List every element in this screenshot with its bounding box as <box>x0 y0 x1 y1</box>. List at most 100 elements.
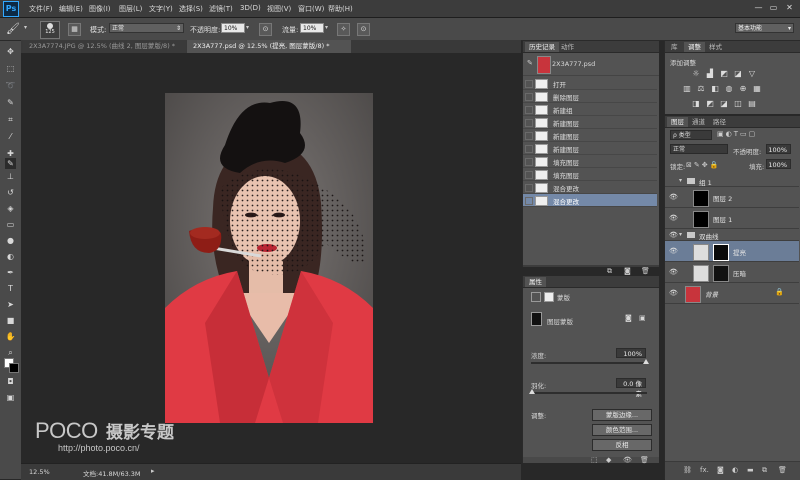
tab-channels[interactable]: 通道 <box>688 117 709 127</box>
fill-input[interactable]: 100% <box>766 159 791 169</box>
gradient-tool-icon[interactable]: ▭ <box>5 219 16 230</box>
hue-saturation-icon[interactable]: ▥ <box>682 84 692 94</box>
history-item[interactable]: 填充图层 <box>523 168 657 181</box>
feather-slider[interactable] <box>531 392 647 394</box>
black-white-icon[interactable]: ◧ <box>710 84 720 94</box>
layer-filter-icons[interactable]: ▣◐T▭▢ <box>717 130 757 138</box>
density-input[interactable]: 100% <box>616 348 646 358</box>
tab-paths[interactable]: 路径 <box>709 117 730 127</box>
new-layer-icon[interactable]: ⧉ <box>762 466 767 475</box>
document-tab-2[interactable]: 2X3A777.psd @ 12.5% (提亮, 图层蒙版/8) * <box>187 40 351 53</box>
brush-tool-icon[interactable]: 🖌 <box>6 22 20 35</box>
layer-filter-select[interactable]: ρ 类型 <box>670 130 712 140</box>
eraser-tool-icon[interactable]: ◈ <box>5 203 16 214</box>
invert-icon[interactable]: ◨ <box>691 99 701 109</box>
layer-group[interactable]: ▾ 组 1 <box>665 175 799 187</box>
vibrance-icon[interactable]: ▽ <box>747 69 757 79</box>
adjustment-icon[interactable] <box>531 292 541 302</box>
add-mask-icon[interactable]: ◙ <box>717 466 724 474</box>
density-slider[interactable] <box>531 362 647 364</box>
brightness-icon[interactable]: ☼ <box>691 69 701 79</box>
feather-slider-handle[interactable] <box>529 389 535 394</box>
eyedropper-tool-icon[interactable]: ⁄ <box>5 131 16 142</box>
layer-group[interactable]: 👁 ▾ 双曲线 <box>665 229 799 241</box>
flow-input[interactable]: 10% <box>300 23 324 33</box>
layer-row-selected[interactable]: 👁 提亮 <box>665 241 799 262</box>
color-range-button[interactable]: 颜色范围... <box>592 424 652 436</box>
threshold-icon[interactable]: ◪ <box>719 99 729 109</box>
opacity-input[interactable]: 10% <box>221 23 245 33</box>
dodge-tool-icon[interactable]: ◐ <box>5 251 16 262</box>
close-button[interactable]: ✕ <box>784 3 795 13</box>
history-item[interactable]: 新建图层 <box>523 142 657 155</box>
fx-icon[interactable]: fx. <box>700 466 709 474</box>
invert-button[interactable]: 反相 <box>592 439 652 451</box>
history-item[interactable]: 新建图层 <box>523 129 657 142</box>
tab-properties[interactable]: 属性 <box>525 277 546 287</box>
portrait-photo[interactable] <box>165 93 373 423</box>
photo-filter-icon[interactable]: ◍ <box>724 84 734 94</box>
history-item[interactable]: 删除图层 <box>523 90 657 103</box>
layer-row[interactable]: 👁 背景 🔒 <box>665 283 799 304</box>
maximize-button[interactable]: ▭ <box>768 3 779 13</box>
quick-select-tool-icon[interactable]: ✎ <box>5 97 16 108</box>
posterize-icon[interactable]: ◩ <box>705 99 715 109</box>
history-item[interactable]: 打开 <box>523 77 657 90</box>
brush-tool-icon[interactable]: ✎ <box>5 158 16 169</box>
pressure-size-icon[interactable]: ⊙ <box>357 23 370 36</box>
blend-mode-select[interactable]: 正常 <box>670 144 728 154</box>
trash-icon[interactable]: 🗑 <box>778 466 787 474</box>
pressure-opacity-icon[interactable]: ⊙ <box>259 23 272 36</box>
history-item[interactable]: 混合更改 <box>523 181 657 194</box>
selective-color-icon[interactable]: ◫ <box>733 99 743 109</box>
airbrush-icon[interactable]: ✧ <box>337 23 350 36</box>
menu-3d[interactable]: 3D(D) <box>240 4 261 12</box>
chevron-right-icon[interactable]: ▸ <box>151 467 155 475</box>
workspace-select[interactable]: 基本功能 ▾ <box>735 23 794 33</box>
menu-layer[interactable]: 图层(L) <box>119 4 142 14</box>
tab-layers[interactable]: 图层 <box>667 117 688 127</box>
gradient-map-icon[interactable]: ▤ <box>747 99 757 109</box>
new-group-icon[interactable]: ▬ <box>747 466 754 474</box>
clone-stamp-tool-icon[interactable]: ⊥ <box>5 171 16 182</box>
tab-actions[interactable]: 动作 <box>557 42 578 52</box>
eye-icon[interactable]: 👁 <box>623 456 632 464</box>
trash-icon[interactable]: 🗑 <box>640 456 649 464</box>
lasso-tool-icon[interactable]: ➰ <box>5 80 16 91</box>
levels-icon[interactable]: ▟ <box>705 69 715 79</box>
trash-icon[interactable]: 🗑 <box>641 267 650 275</box>
menu-view[interactable]: 视图(V) <box>267 4 291 14</box>
menu-type[interactable]: 文字(Y) <box>149 4 173 14</box>
type-tool-icon[interactable]: T <box>5 283 16 294</box>
history-item[interactable]: 新建图层 <box>523 116 657 129</box>
zoom-level[interactable]: 12.5% <box>29 468 50 476</box>
layer-row[interactable]: 👁 压暗 <box>665 262 799 283</box>
menu-image[interactable]: 图像(I) <box>89 4 111 14</box>
pen-tool-icon[interactable]: ✒ <box>5 267 16 278</box>
zoom-tool-icon[interactable]: ⌕ <box>5 347 16 358</box>
tab-adjustments[interactable]: 调整 <box>684 42 705 52</box>
blur-tool-icon[interactable]: ● <box>5 235 16 246</box>
history-snapshot-row[interactable]: ✎ 2X3A777.psd <box>523 53 659 76</box>
feather-input[interactable]: 0.0 像素 <box>616 378 646 398</box>
mask-icon[interactable] <box>544 292 554 302</box>
apply-mask-icon[interactable]: ◆ <box>606 456 611 464</box>
menu-edit[interactable]: 编辑(E) <box>59 4 83 14</box>
path-select-tool-icon[interactable]: ➤ <box>5 299 16 310</box>
color-lookup-icon[interactable]: ▦ <box>752 84 762 94</box>
link-layers-icon[interactable]: ⛓ <box>683 466 692 474</box>
tab-styles[interactable]: 样式 <box>705 42 726 52</box>
mode-select[interactable]: 正常 ⇕ <box>109 23 184 33</box>
tab-history[interactable]: 历史记录 <box>525 42 559 52</box>
vector-mask-icon[interactable]: ▣ <box>639 314 646 322</box>
menu-help[interactable]: 帮助(H) <box>328 4 353 14</box>
chevron-down-icon[interactable]: ▾ <box>325 24 328 31</box>
channel-mixer-icon[interactable]: ⊕ <box>738 84 748 94</box>
layer-row[interactable]: 👁 图层 1 <box>665 208 799 229</box>
screen-mode-icon[interactable]: ▣ <box>5 392 16 403</box>
select-mask-icon[interactable]: ◙ <box>625 314 632 322</box>
tab-libraries[interactable]: 库 <box>667 42 682 52</box>
marquee-tool-icon[interactable]: ⬚ <box>5 63 16 74</box>
brush-panel-toggle-icon[interactable]: ▦ <box>68 23 81 36</box>
rectangle-tool-icon[interactable]: ■ <box>5 315 16 326</box>
